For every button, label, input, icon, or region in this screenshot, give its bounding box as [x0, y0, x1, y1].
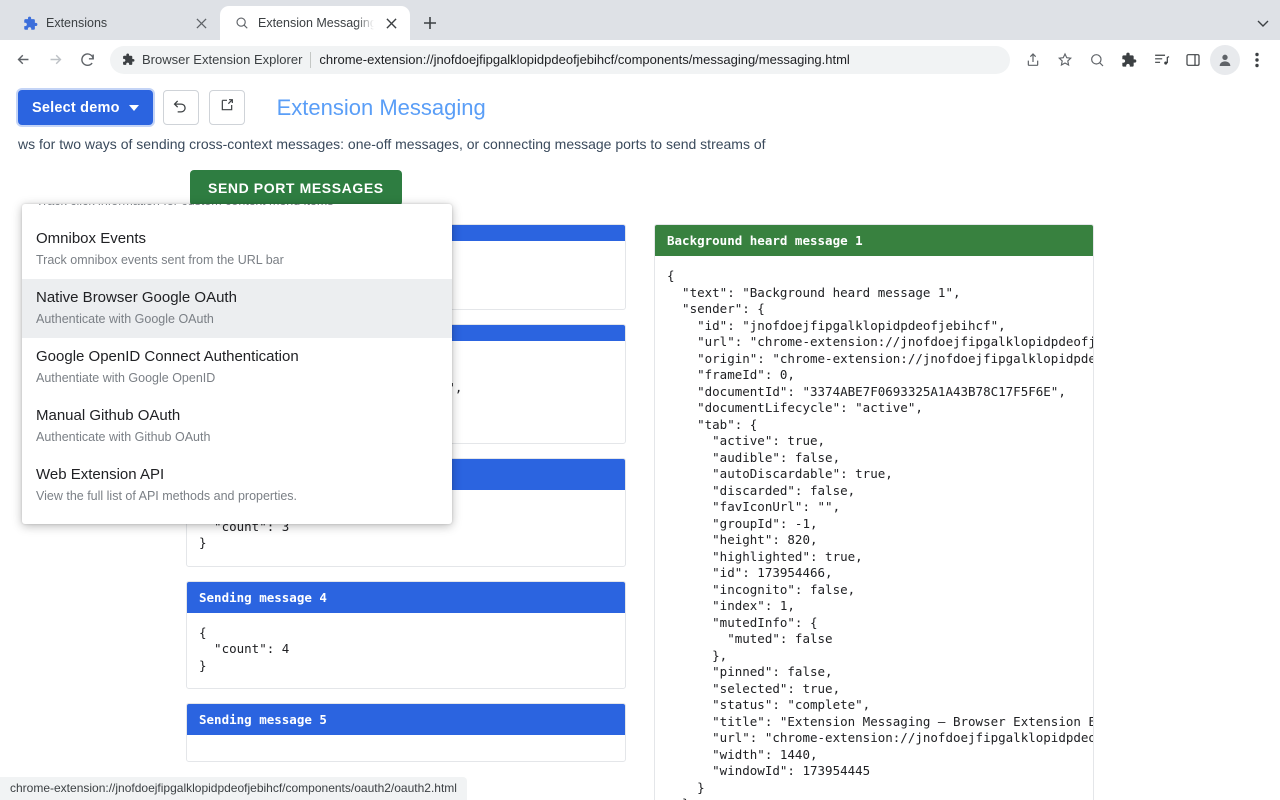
close-icon[interactable] — [382, 14, 400, 32]
dropdown-item-title: Google OpenID Connect Authentication — [36, 346, 438, 367]
dropdown-item-title: Devtools Traffic Monitor — [36, 523, 438, 524]
dropdown-item-subtitle: Track click information for custom conte… — [36, 204, 438, 211]
side-panel-icon[interactable] — [1178, 45, 1208, 75]
page-content: Select demo Extension Messaging ws — [0, 76, 1280, 800]
dropdown-item-subtitle: Track omnibox events sent from the URL b… — [36, 251, 438, 270]
dropdown-item-subtitle: View the full list of API methods and pr… — [36, 487, 438, 506]
right-message-column: Background heard message 1 { "text": "Ba… — [654, 224, 1094, 800]
dropdown-item-native-browser-google-oauth[interactable]: Native Browser Google OAuth Authenticate… — [22, 279, 452, 338]
puzzle-icon — [22, 15, 38, 31]
close-icon[interactable] — [192, 14, 210, 32]
search-icon[interactable] — [1082, 45, 1112, 75]
toolbar-right-icons — [1018, 45, 1272, 75]
open-external-icon — [219, 97, 235, 118]
address-bar[interactable]: Browser Extension Explorer chrome-extens… — [110, 46, 1010, 74]
reading-list-icon[interactable] — [1146, 45, 1176, 75]
tab-title: Extension Messaging - Browse — [258, 16, 374, 30]
card-body: { "text": "Background heard message 1", … — [655, 256, 1093, 800]
browser-window: Extensions Extension Messaging - Browse — [0, 0, 1280, 800]
status-bar: chrome-extension://jnofdoejfipgalklopidp… — [0, 777, 467, 800]
dropdown-item-devtools-traffic-monitor[interactable]: Devtools Traffic Monitor Monitor real-ti… — [22, 515, 452, 524]
omnibox-divider — [310, 52, 311, 68]
card-header: Sending message 4 — [187, 582, 625, 613]
card-body: { "count": 4 } — [187, 613, 625, 689]
dropdown-item-subtitle: Authenticate with Github OAuth — [36, 428, 438, 447]
dropdown-item-subtitle: Authenticate with Google OAuth — [36, 310, 438, 329]
select-demo-label: Select demo — [32, 100, 120, 116]
reset-button[interactable] — [163, 90, 199, 125]
extension-chip-label: Browser Extension Explorer — [142, 52, 302, 67]
dropdown-item-subtitle: Authentiate with Google OpenID — [36, 369, 438, 388]
share-icon[interactable] — [1018, 45, 1048, 75]
page-description: ws for two ways of sending cross-context… — [0, 135, 1280, 154]
action-row: SEND PORT MESSAGES — [0, 154, 1280, 206]
profile-icon[interactable] — [1210, 45, 1240, 75]
card-header: Background heard message 1 — [655, 225, 1093, 256]
open-external-button[interactable] — [209, 90, 245, 125]
dropdown-item-omnibox-events[interactable]: Omnibox Events Track omnibox events sent… — [22, 220, 452, 279]
bookmark-star-icon[interactable] — [1050, 45, 1080, 75]
more-menu-icon[interactable] — [1242, 45, 1272, 75]
reload-icon[interactable] — [72, 45, 102, 75]
tab-list-menu[interactable] — [1256, 6, 1280, 40]
new-tab-button[interactable] — [416, 9, 444, 37]
browser-toolbar: Browser Extension Explorer chrome-extens… — [0, 40, 1280, 80]
app-toolbar: Select demo Extension Messaging — [0, 76, 1280, 135]
dropdown-item-title: Omnibox Events — [36, 228, 438, 249]
dropdown-item-title: Web Extension API — [36, 464, 438, 485]
dropdown-item-title: Native Browser Google OAuth — [36, 287, 438, 308]
send-port-messages-button[interactable]: SEND PORT MESSAGES — [190, 170, 402, 206]
select-demo-button[interactable]: Select demo — [18, 90, 153, 125]
tab-extension-messaging[interactable]: Extension Messaging - Browse — [220, 6, 410, 40]
undo-icon — [172, 97, 189, 119]
card-body — [187, 735, 625, 761]
dropdown-item-clipped[interactable]: Track click information for custom conte… — [22, 204, 452, 220]
omnibox-url: chrome-extension://jnofdoejfipgalklopidp… — [319, 52, 849, 67]
dropdown-item-google-openid-connect-authentication[interactable]: Google OpenID Connect Authentication Aut… — [22, 338, 452, 397]
message-card: Sending message 4 { "count": 4 } — [186, 581, 626, 690]
back-icon[interactable] — [8, 45, 38, 75]
tab-strip: Extensions Extension Messaging - Browse — [0, 0, 1280, 40]
chevron-down-icon — [129, 105, 139, 111]
tab-title: Extensions — [46, 16, 184, 30]
extensions-puzzle-icon[interactable] — [1114, 45, 1144, 75]
search-icon — [234, 15, 250, 31]
dropdown-item-title: Manual Github OAuth — [36, 405, 438, 426]
tab-extensions[interactable]: Extensions — [8, 6, 220, 40]
message-card: Background heard message 1 { "text": "Ba… — [654, 224, 1094, 800]
dropdown-item-manual-github-oauth[interactable]: Manual Github OAuth Authenticate with Gi… — [22, 397, 452, 456]
dropdown-list: Track click information for custom conte… — [22, 204, 452, 524]
dropdown-item-web-extension-api[interactable]: Web Extension API View the full list of … — [22, 456, 452, 515]
page-title: Extension Messaging — [277, 95, 486, 121]
message-card: Sending message 5 — [186, 703, 626, 762]
extension-chip: Browser Extension Explorer — [122, 52, 302, 67]
card-header: Sending message 5 — [187, 704, 625, 735]
forward-icon[interactable] — [40, 45, 70, 75]
select-demo-dropdown[interactable]: Track click information for custom conte… — [22, 204, 452, 524]
